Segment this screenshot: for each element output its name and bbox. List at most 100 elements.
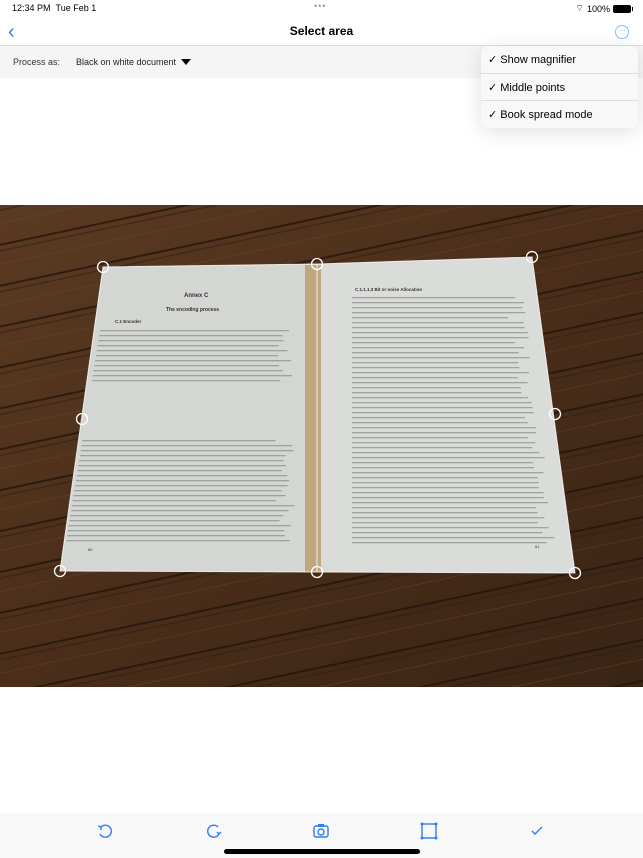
camera-icon[interactable] <box>311 821 331 841</box>
text-line <box>77 475 288 476</box>
text-line <box>352 322 524 323</box>
text-line <box>352 517 544 518</box>
text-line <box>69 525 291 526</box>
svg-text:C.1.1.1.3 Bit or noise Alloc: C.1.1.1.3 Bit or noise Allocation <box>355 287 422 292</box>
status-bar: 12:34 PM Tue Feb 1 ••• ⌔ 100% <box>0 0 643 16</box>
svg-text:60: 60 <box>88 547 93 552</box>
menu-item-book-spread-mode[interactable]: ✓ Book spread mode <box>481 101 638 129</box>
text-line <box>352 542 547 543</box>
text-line <box>68 530 284 531</box>
text-line <box>82 440 275 441</box>
text-line <box>352 382 528 383</box>
text-line <box>66 540 289 541</box>
text-line <box>352 502 548 503</box>
process-mode-select[interactable]: Black on white document <box>76 57 176 67</box>
multitasking-dots[interactable]: ••• <box>314 1 326 11</box>
document-photo[interactable]: Annex C The encoding process C.1 Encoder… <box>0 205 643 687</box>
svg-text:Annex C: Annex C <box>184 293 209 299</box>
text-line <box>352 472 543 473</box>
text-line <box>352 372 529 373</box>
text-line <box>352 432 536 433</box>
menu-item-show-magnifier[interactable]: ✓ Show magnifier <box>481 46 638 74</box>
menu-item-middle-points[interactable]: ✓ Middle points <box>481 74 638 102</box>
text-line <box>352 342 515 343</box>
text-line <box>352 392 521 393</box>
text-line <box>96 355 278 356</box>
text-line <box>352 302 524 303</box>
text-line <box>71 510 288 511</box>
text-line <box>352 402 532 403</box>
text-line <box>352 487 539 488</box>
text-line <box>73 500 276 501</box>
battery-status: ⌔ 100% <box>576 3 632 14</box>
text-line <box>352 507 536 508</box>
text-line <box>92 380 280 381</box>
text-line <box>352 347 524 348</box>
right-page <box>317 257 575 573</box>
more-options-button[interactable]: ··· <box>615 25 629 39</box>
text-line <box>352 362 518 363</box>
text-line <box>352 492 544 493</box>
text-line <box>70 515 283 516</box>
text-line <box>352 352 519 353</box>
text-line <box>352 407 533 408</box>
page-title: Select area <box>0 24 643 38</box>
text-line <box>352 387 521 388</box>
home-indicator <box>224 849 420 854</box>
text-line <box>352 442 535 443</box>
text-line <box>352 327 525 328</box>
text-line <box>74 495 286 496</box>
text-line <box>94 365 279 366</box>
text-line <box>70 520 280 521</box>
wifi-icon: ⌔ <box>576 3 584 14</box>
text-line <box>79 460 283 461</box>
text-line <box>352 447 532 448</box>
nav-bar: ‹ Select area ··· <box>0 16 643 46</box>
text-line <box>352 357 530 358</box>
text-line <box>352 377 518 378</box>
text-line <box>352 537 554 538</box>
process-label: Process as: <box>13 57 60 67</box>
text-line <box>81 450 294 451</box>
checkmark-icon[interactable] <box>527 821 547 841</box>
text-line <box>352 452 539 453</box>
text-line <box>352 497 544 498</box>
text-line <box>352 532 543 533</box>
text-line <box>352 482 539 483</box>
text-line <box>97 350 288 351</box>
text-line <box>352 457 545 458</box>
text-line <box>95 360 291 361</box>
text-line <box>352 337 529 338</box>
text-line <box>352 417 525 418</box>
svg-text:C.1 Encoder: C.1 Encoder <box>115 319 142 324</box>
rotate-right-icon[interactable] <box>204 821 224 841</box>
text-line <box>352 467 534 468</box>
text-line <box>93 375 292 376</box>
text-line <box>352 512 538 513</box>
text-line <box>67 535 285 536</box>
crop-frame-icon[interactable] <box>419 821 439 841</box>
text-line <box>352 412 534 413</box>
text-line <box>352 522 538 523</box>
text-line <box>352 527 549 528</box>
rotate-left-icon[interactable] <box>95 821 115 841</box>
svg-text:The encoding process: The encoding process <box>166 307 219 313</box>
text-line <box>352 422 528 423</box>
text-line <box>74 490 281 491</box>
text-line <box>75 485 287 486</box>
text-line <box>98 340 283 341</box>
text-line <box>352 297 515 298</box>
text-line <box>82 445 293 446</box>
text-line <box>352 307 522 308</box>
battery-icon <box>613 5 631 13</box>
options-menu: ✓ Show magnifier ✓ Middle points ✓ Book … <box>481 46 638 128</box>
text-line <box>352 397 528 398</box>
dropdown-arrow-icon[interactable] <box>181 59 191 65</box>
text-line <box>76 480 289 481</box>
text-line <box>352 462 533 463</box>
svg-text:61: 61 <box>535 544 540 549</box>
text-line <box>94 370 283 371</box>
spiral-binding <box>305 265 321 572</box>
text-line <box>352 312 525 313</box>
text-line <box>98 345 279 346</box>
